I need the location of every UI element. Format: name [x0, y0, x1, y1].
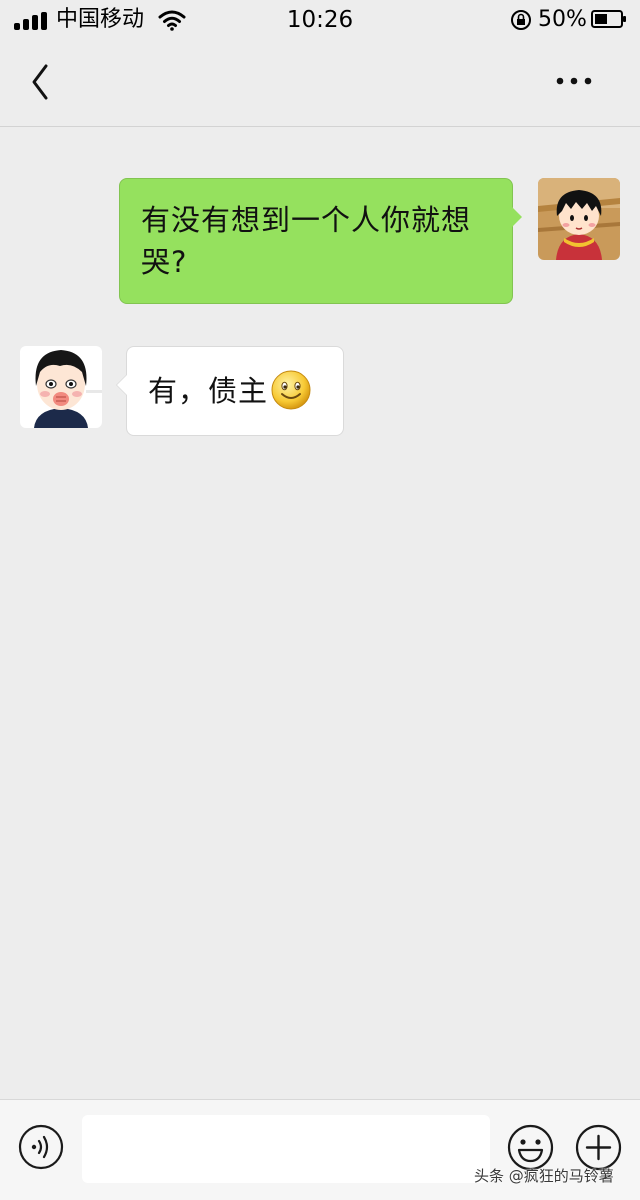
plus-icon: [575, 1124, 622, 1171]
chevron-left-icon: [32, 64, 48, 100]
avatar-self[interactable]: [538, 178, 620, 260]
message-bubble-outgoing[interactable]: 有没有想到一个人你就想哭?: [119, 178, 522, 304]
emoji-button[interactable]: [507, 1124, 554, 1171]
message-text: 有，债主: [148, 374, 269, 408]
status-bar: 中国移动 10:26 50%: [0, 0, 640, 42]
smile-emoji-icon: [271, 370, 311, 410]
battery-percentage: 50%: [538, 7, 587, 32]
emoji-icon: [507, 1124, 554, 1171]
bubble-tail: [117, 375, 127, 395]
avatar-contact[interactable]: [20, 346, 102, 428]
rotation-lock-icon: [511, 10, 531, 30]
chat-area: 有没有想到一个人你就想哭? 有，债主: [0, 127, 640, 1099]
cartoon-girl-avatar-image: [538, 178, 620, 260]
message-text: 有没有想到一个人你就想哭?: [141, 203, 472, 279]
plus-button[interactable]: [575, 1124, 622, 1171]
voice-icon: [18, 1124, 64, 1170]
cartoon-boy-avatar-image: [20, 346, 102, 428]
voice-button[interactable]: [18, 1124, 64, 1170]
more-button[interactable]: [548, 66, 600, 96]
more-dots-icon: [556, 77, 592, 85]
battery-icon: [591, 10, 626, 28]
message-input[interactable]: [82, 1115, 490, 1183]
watermark-text: 头条 @疯狂的马铃薯: [474, 1167, 614, 1185]
message-bubble-incoming[interactable]: 有，债主: [116, 346, 344, 436]
back-button[interactable]: [22, 60, 62, 104]
bubble-tail: [512, 207, 522, 227]
nav-bar: [0, 42, 640, 127]
